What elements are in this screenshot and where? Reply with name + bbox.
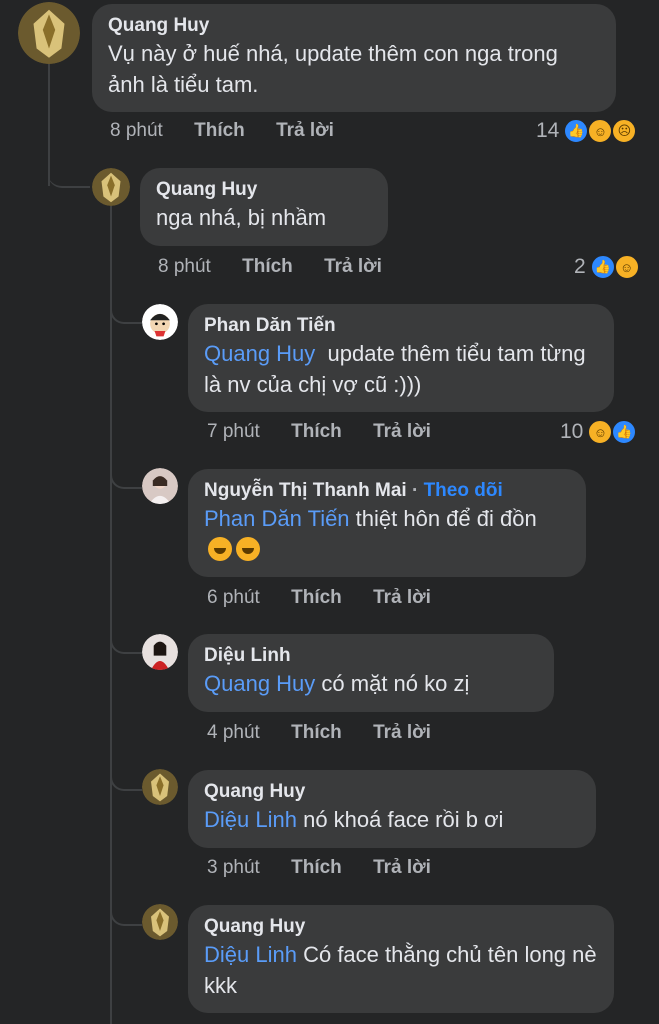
mention-link[interactable]: Diệu Linh — [204, 942, 297, 967]
reply-button[interactable]: Trả lời — [373, 722, 431, 743]
thread-connector — [110, 757, 142, 791]
reaction-count: 10 — [560, 420, 584, 443]
haha-icon: ☺ — [587, 419, 614, 445]
comment-actions: 6 phút Thích Trả lời — [207, 587, 457, 609]
mention-link[interactable]: Diệu Linh — [204, 807, 297, 832]
avatar[interactable] — [142, 904, 178, 940]
comment-body: nó khoá face rồi b ơi — [303, 807, 504, 832]
comment-bubble: Quang Huy Diệu Linh nó khoá face rồi b ơ… — [188, 770, 596, 848]
thread-connector — [48, 150, 90, 188]
commenter-name[interactable]: Diệu Linh — [204, 644, 538, 668]
reaction-summary[interactable]: 14 👍 ☺ ☹ — [536, 118, 638, 144]
commenter-name[interactable]: Quang Huy — [156, 178, 372, 202]
comment-body: thiệt hôn để đi đồn — [355, 506, 537, 531]
reply-button[interactable]: Trả lời — [276, 120, 334, 141]
avatar[interactable] — [142, 468, 178, 504]
reaction-summary[interactable]: 2 👍 ☺ — [574, 254, 640, 280]
comment-actions: 3 phút Thích Trả lời — [207, 857, 457, 879]
comment-bubble: Phan Dăn Tiến Quang Huy update thêm tiểu… — [188, 304, 614, 412]
thread-connector — [110, 620, 142, 654]
thread-connector — [110, 455, 142, 489]
comment-actions: 7 phút Thích Trả lời — [207, 421, 457, 443]
comment-time[interactable]: 4 phút — [207, 722, 260, 743]
reply-button[interactable]: Trả lời — [373, 587, 431, 608]
reply-button[interactable]: Trả lời — [373, 857, 431, 878]
like-button[interactable]: Thích — [291, 722, 342, 743]
haha-icon: ☺ — [587, 118, 614, 144]
comment-bubble: Diệu Linh Quang Huy có mặt nó ko zị — [188, 634, 554, 712]
commenter-name[interactable]: Nguyễn Thị Thanh Mai — [204, 480, 407, 501]
comment-bubble: Quang Huy Vụ này ở huế nhá, update thêm … — [92, 4, 616, 112]
comment-text: Diệu Linh Có face thằng chủ tên long nè … — [204, 939, 598, 1001]
comment-bubble: Nguyễn Thị Thanh Mai · Theo dõi Phan Dăn… — [188, 469, 586, 577]
haha-icon: ☺ — [613, 254, 640, 280]
avatar[interactable] — [92, 168, 130, 206]
comment-actions: 8 phút Thích Trả lời — [158, 256, 408, 278]
commenter-name[interactable]: Quang Huy — [204, 780, 580, 804]
comment-body: có mặt nó ko zị — [321, 671, 470, 696]
reaction-summary[interactable]: 10 ☺ 👍 — [560, 419, 638, 445]
avatar[interactable] — [142, 634, 178, 670]
avatar[interactable] — [18, 2, 80, 64]
reaction-count: 2 — [574, 255, 586, 278]
comment-text: nga nhá, bị nhầm — [156, 205, 327, 230]
reply-button[interactable]: Trả lời — [373, 421, 431, 442]
like-icon: 👍 — [563, 118, 590, 144]
sweat-smile-emoji — [236, 537, 260, 561]
like-button[interactable]: Thích — [291, 421, 342, 442]
commenter-name[interactable]: Quang Huy — [204, 915, 598, 939]
comment-time[interactable]: 8 phút — [158, 256, 211, 277]
like-button[interactable]: Thích — [194, 120, 245, 141]
follow-link[interactable]: Theo dõi — [424, 480, 503, 501]
avatar[interactable] — [142, 304, 178, 340]
comment-text: Phan Dăn Tiến thiệt hôn để đi đồn — [204, 503, 570, 565]
mention-link[interactable]: Quang Huy — [204, 671, 315, 696]
comment-time[interactable]: 3 phút — [207, 857, 260, 878]
reply-button[interactable]: Trả lời — [324, 256, 382, 277]
mention-link[interactable]: Phan Dăn Tiến — [204, 506, 350, 531]
like-button[interactable]: Thích — [291, 587, 342, 608]
commenter-name[interactable]: Phan Dăn Tiến — [204, 314, 598, 338]
comment-time[interactable]: 6 phút — [207, 587, 260, 608]
mention-link[interactable]: Quang Huy — [204, 341, 315, 366]
comment-actions: 4 phút Thích Trả lời — [207, 722, 457, 744]
comment-text: Quang Huy update thêm tiểu tam từng là n… — [204, 338, 598, 400]
like-button[interactable]: Thích — [291, 857, 342, 878]
comment-bubble: Quang Huy nga nhá, bị nhầm — [140, 168, 388, 246]
sad-icon: ☹ — [611, 118, 638, 144]
thread-connector — [110, 892, 142, 926]
commenter-name[interactable]: Quang Huy — [108, 14, 600, 38]
comment-text: Quang Huy có mặt nó ko zị — [204, 668, 538, 699]
reaction-count: 14 — [536, 119, 560, 142]
sweat-smile-emoji — [208, 537, 232, 561]
like-button[interactable]: Thích — [242, 256, 293, 277]
comment-text: Diệu Linh nó khoá face rồi b ơi — [204, 804, 580, 835]
comment-time[interactable]: 8 phút — [110, 120, 163, 141]
thread-connector — [110, 290, 142, 324]
like-icon: 👍 — [611, 419, 638, 445]
like-icon: 👍 — [589, 254, 616, 280]
separator-dot: · — [411, 480, 419, 501]
comment-text: Vụ này ở huế nhá, update thêm con nga tr… — [108, 41, 558, 97]
avatar[interactable] — [142, 769, 178, 805]
comment-bubble: Quang Huy Diệu Linh Có face thằng chủ tê… — [188, 905, 614, 1013]
comment-actions: 8 phút Thích Trả lời — [110, 120, 360, 142]
comment-time[interactable]: 7 phút — [207, 421, 260, 442]
